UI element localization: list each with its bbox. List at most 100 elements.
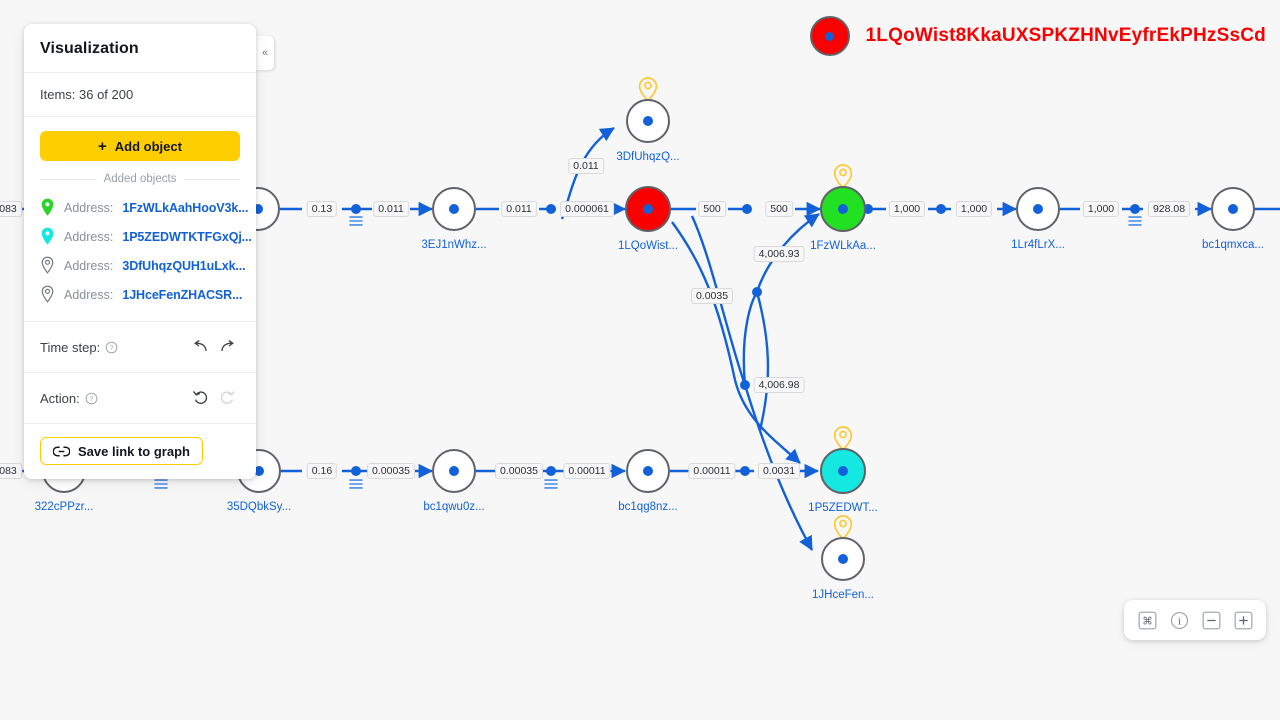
edge-label[interactable]: 0.000061 <box>560 201 614 217</box>
address-list-item[interactable]: Address: 1P5ZEDWTKTFGxQj... <box>40 222 252 251</box>
edge-label[interactable]: 0.00011 <box>688 463 736 479</box>
action-label-group: Action: ? <box>40 391 98 406</box>
node-pin-hole <box>839 168 847 177</box>
action-redo-icon[interactable] <box>214 387 240 409</box>
edge-midpoint-handle[interactable] <box>742 204 752 214</box>
edge-label[interactable]: 0.00035 <box>367 463 415 479</box>
action-row: Action: ? <box>24 373 256 424</box>
edge-midpoint-handle[interactable] <box>351 466 361 476</box>
edge-label[interactable]: 500 <box>698 201 726 217</box>
edge-label[interactable]: 0.16 <box>306 463 338 479</box>
address-value[interactable]: 1P5ZEDWTKTFGxQj... <box>122 230 252 244</box>
edge-midpoint-handle[interactable] <box>351 204 361 214</box>
edge-label[interactable]: 4,006.93 <box>753 246 805 262</box>
edge-label[interactable]: 0.0031 <box>757 463 801 479</box>
edge-label[interactable]: 4,006.98 <box>753 377 805 393</box>
node-label[interactable]: 1FzWLkAa... <box>810 240 876 252</box>
collapse-panel-button[interactable]: « <box>256 36 274 70</box>
add-object-button[interactable]: + Add object <box>40 131 240 161</box>
svg-text:?: ? <box>110 345 114 352</box>
edge-label[interactable]: 0.0035 <box>690 288 734 304</box>
canvas-controls[interactable]: ⌘ i <box>1124 600 1266 640</box>
edge-midpoint-handle[interactable] <box>752 287 762 297</box>
edge-label[interactable]: 1,000 <box>1082 201 1120 217</box>
node-center-dot <box>838 204 848 214</box>
edge-label[interactable]: 0.011 <box>373 201 409 217</box>
edge-label[interactable]: 0.00011 <box>563 463 611 479</box>
node-center-dot <box>643 204 653 214</box>
save-link-to-graph-button[interactable]: Save link to graph <box>40 437 203 465</box>
node-label[interactable]: 1Lr4fLrX... <box>1011 239 1065 251</box>
edge-label[interactable]: 0.011 <box>568 158 604 174</box>
address-list-item[interactable]: Address: 1FzWLkAahHooV3k... <box>40 193 248 222</box>
selected-node-address: 1LQoWist8KkaUXSPKZHNvEyfrEkPHzSsCd <box>865 25 1266 46</box>
graph-node[interactable] <box>625 186 671 232</box>
items-count: Items: 36 of 200 <box>24 73 256 117</box>
time-step-redo-icon[interactable] <box>214 336 240 358</box>
edge-menu-icon[interactable] <box>1128 216 1142 227</box>
edge-label[interactable]: 0.00035 <box>495 463 543 479</box>
edge-label[interactable]: 928.08 <box>1147 201 1191 217</box>
graph-node[interactable] <box>1016 187 1060 231</box>
info-icon[interactable]: i <box>1168 609 1190 631</box>
graph-node[interactable] <box>432 187 476 231</box>
edge-midpoint-handle[interactable] <box>546 466 556 476</box>
graph-node[interactable] <box>626 77 670 143</box>
edge-menu-icon[interactable] <box>544 479 558 490</box>
added-objects-divider: Added objects <box>24 161 256 193</box>
graph-node[interactable] <box>820 164 866 232</box>
visualization-panel[interactable]: Visualization Items: 36 of 200 + Add obj… <box>24 24 256 479</box>
action-undo-icon[interactable] <box>188 387 214 409</box>
address-value[interactable]: 3DfUhqzQUH1uLxk... <box>122 259 245 273</box>
edge-label[interactable]: 083 <box>0 201 22 217</box>
edge-midpoint-handle[interactable] <box>740 466 750 476</box>
map-pin-icon <box>41 198 54 216</box>
address-value[interactable]: 1FzWLkAahHooV3k... <box>122 201 248 215</box>
edge-label[interactable]: 1,000 <box>888 201 926 217</box>
edge-menu-icon[interactable] <box>349 216 363 227</box>
graph-node[interactable] <box>432 449 476 493</box>
time-step-undo-icon[interactable] <box>188 336 214 358</box>
action-label: Action: <box>40 390 80 406</box>
node-label[interactable]: 322cPPzr... <box>35 501 94 513</box>
node-label[interactable]: bc1qmxca... <box>1202 239 1264 251</box>
map-pin-icon <box>41 256 54 274</box>
edge-menu-icon[interactable] <box>154 479 168 490</box>
added-objects-list[interactable]: Address: 1FzWLkAahHooV3k... Address: 1P5ZED… <box>24 193 256 322</box>
edge-midpoint-handle[interactable] <box>936 204 946 214</box>
edge-menu-icon[interactable] <box>349 479 363 490</box>
graph-node[interactable] <box>626 449 670 493</box>
edge-label[interactable]: 0.13 <box>306 201 338 217</box>
address-list-item[interactable]: Address: 3DfUhqzQUH1uLxk... <box>40 251 246 280</box>
address-list-item[interactable]: Address: 1JHceFenZHACSR... <box>40 280 242 309</box>
edge-label[interactable]: 1,000 <box>955 201 993 217</box>
help-icon[interactable]: ? <box>105 341 118 354</box>
graph-node[interactable] <box>1211 187 1255 231</box>
help-icon[interactable]: ? <box>85 392 98 405</box>
added-objects-label: Added objects <box>103 173 177 185</box>
node-label[interactable]: 1P5ZEDWT... <box>808 502 878 514</box>
svg-text:?: ? <box>89 396 93 403</box>
shortcuts-icon[interactable]: ⌘ <box>1136 609 1158 631</box>
node-label[interactable]: 3DfUhqzQ... <box>616 151 679 163</box>
graph-node[interactable] <box>820 426 866 494</box>
node-label[interactable]: bc1qwu0z... <box>423 501 484 513</box>
edge-label[interactable]: 500 <box>765 201 793 217</box>
node-label[interactable]: 3EJ1nWhz... <box>421 239 486 251</box>
address-value[interactable]: 1JHceFenZHACSR... <box>122 288 242 302</box>
zoom-out-icon[interactable] <box>1200 609 1222 631</box>
edge-midpoint-handle[interactable] <box>546 204 556 214</box>
edge-midpoint-handle[interactable] <box>740 380 750 390</box>
node-label[interactable]: 35DQbkSy... <box>227 501 291 513</box>
node-pin-hole <box>644 81 652 90</box>
node-label[interactable]: 1LQoWist... <box>618 240 678 252</box>
node-label[interactable]: 1JHceFen... <box>812 589 874 601</box>
graph-node[interactable] <box>821 515 865 581</box>
node-center-dot <box>838 554 848 564</box>
time-step-label: Time step: <box>40 339 101 355</box>
zoom-in-icon[interactable] <box>1232 609 1254 631</box>
edge-label[interactable]: 0.011 <box>501 201 537 217</box>
node-label[interactable]: bc1qg8nz... <box>618 501 677 513</box>
edge-midpoint-handle[interactable] <box>1130 204 1140 214</box>
edge-label[interactable]: 083 <box>0 463 22 479</box>
